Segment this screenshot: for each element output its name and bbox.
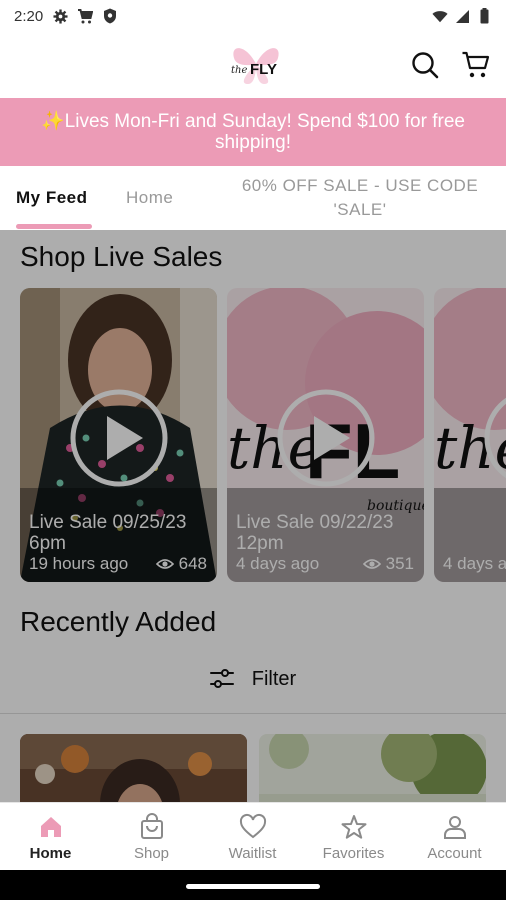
view-count: 351 xyxy=(362,554,414,574)
home-icon xyxy=(40,816,61,837)
live-sale-title: Live Sale 09/25/23 6pm xyxy=(29,512,187,554)
play-icon[interactable] xyxy=(483,388,506,488)
shopping-cart-icon xyxy=(77,8,94,24)
filter-button[interactable]: Filter xyxy=(0,664,506,694)
nav-account[interactable]: Account xyxy=(404,803,505,871)
nav-shop[interactable]: Shop xyxy=(101,803,202,871)
tab-home[interactable]: Home xyxy=(126,188,173,208)
product-thumbnail[interactable] xyxy=(259,734,486,802)
live-sales-carousel[interactable]: Live Sale 09/25/23 6pm 19 hours ago 648 … xyxy=(20,288,506,584)
status-bar: 2:20 xyxy=(0,0,506,32)
product-image xyxy=(259,734,486,802)
play-icon[interactable] xyxy=(69,388,169,488)
filter-sliders-icon xyxy=(209,669,234,688)
home-gesture-bar[interactable] xyxy=(186,884,320,889)
nav-home-label: Home xyxy=(29,844,72,862)
view-count: 648 xyxy=(155,554,207,574)
signal-icon xyxy=(454,8,470,24)
eye-icon xyxy=(362,559,381,569)
promo-banner[interactable]: ✨Lives Mon-Fri and Sunday! Spend $100 fo… xyxy=(0,98,506,166)
star-icon xyxy=(341,814,366,839)
battery-icon xyxy=(476,8,492,24)
tab-my-feed[interactable]: My Feed xyxy=(16,188,88,208)
logo-text: FLY xyxy=(250,61,277,78)
tab-sale[interactable]: 60% OFF SALE - USE CODE 'SALE' xyxy=(222,174,498,222)
live-sale-card[interactable]: Live Sale 09/25/23 6pm 19 hours ago 648 xyxy=(20,288,217,582)
shield-icon xyxy=(102,8,118,24)
feed-tabs: My Feed Home 60% OFF SALE - USE CODE 'SA… xyxy=(0,166,506,230)
live-sale-time: 4 days a xyxy=(443,554,506,573)
live-sale-card[interactable]: the 4 days a xyxy=(434,288,506,582)
nav-shop-label: Shop xyxy=(133,844,170,862)
shopping-bag-icon xyxy=(140,812,163,839)
search-icon[interactable] xyxy=(410,50,440,80)
live-sale-time: 19 hours ago xyxy=(29,554,129,573)
main-content: Shop Live Sales Live Sale 09/25/23 6pm 1… xyxy=(0,230,506,802)
system-navigation-bar xyxy=(0,870,506,900)
wifi-icon xyxy=(432,8,448,24)
live-sale-title: Live Sale 09/22/23 12pm xyxy=(236,512,394,554)
status-time: 2:20 xyxy=(14,7,44,25)
live-sales-title: Shop Live Sales xyxy=(20,241,223,272)
eye-icon xyxy=(155,559,174,569)
nav-waitlist-label: Waitlist xyxy=(228,844,277,862)
app-header: the FLY xyxy=(0,32,506,98)
person-icon xyxy=(443,815,466,839)
app-screen: 2:20 the FLY ✨Lives Mon-Fri and Sunday! … xyxy=(0,0,506,900)
logo-script-text: the xyxy=(231,65,247,76)
play-icon[interactable] xyxy=(276,388,376,488)
filter-label: Filter xyxy=(251,667,297,690)
settings-gear-icon xyxy=(52,8,68,24)
active-tab-indicator xyxy=(16,224,92,229)
nav-waitlist[interactable]: Waitlist xyxy=(202,803,303,871)
brand-logo[interactable]: the FLY xyxy=(226,40,286,88)
nav-favorites-label: Favorites xyxy=(322,844,385,862)
view-count-value: 648 xyxy=(178,554,207,573)
heart-icon xyxy=(239,813,266,838)
recently-added-title: Recently Added xyxy=(20,606,217,637)
product-image xyxy=(20,734,247,802)
promo-banner-text: ✨Lives Mon-Fri and Sunday! Spend $100 fo… xyxy=(41,111,465,153)
nav-account-label: Account xyxy=(427,844,482,862)
live-sale-time: 4 days ago xyxy=(236,554,320,573)
cart-icon[interactable] xyxy=(461,50,491,80)
product-thumbnail[interactable] xyxy=(20,734,247,802)
section-divider xyxy=(0,713,506,714)
nav-home[interactable]: Home xyxy=(0,803,101,871)
view-count-value: 351 xyxy=(385,554,414,573)
live-sale-card[interactable]: the FL boutique Live Sale 09/22/23 12pm … xyxy=(227,288,424,582)
nav-favorites[interactable]: Favorites xyxy=(303,803,404,871)
bottom-nav: Home Shop Waitlist Favorites Account xyxy=(0,802,506,870)
